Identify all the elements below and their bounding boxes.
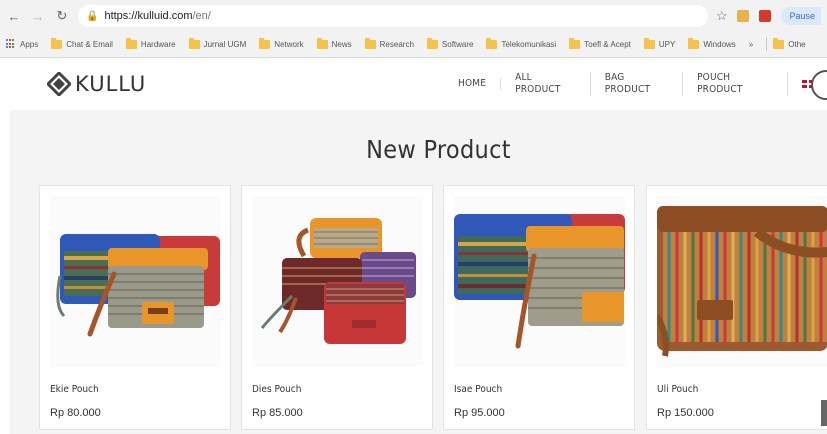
browser-chrome: ← → ↻ 🔒 https://kulluid.com/en/ ☆ Pause …	[0, 0, 827, 58]
product-name[interactable]: Dies Pouch	[252, 384, 301, 395]
bookmark-star-icon[interactable]: ☆	[716, 8, 728, 24]
reload-icon[interactable]: ↻	[54, 8, 70, 24]
bookmark-folder[interactable]: Windows	[688, 37, 736, 49]
product-price: Rp 80.000	[50, 407, 101, 419]
product-card[interactable]: Isae Pouch Rp 95.000	[443, 185, 635, 430]
folder-icon	[643, 37, 655, 49]
bookmark-folder[interactable]: Jurnal UGM	[188, 37, 246, 49]
forward-arrow-icon[interactable]: →	[30, 8, 46, 24]
product-card[interactable]: Uli Pouch Rp 150.000	[646, 185, 827, 430]
bookmark-folder[interactable]: Research	[364, 37, 414, 49]
bookmark-folder[interactable]: Software	[426, 37, 473, 49]
product-price: Rp 95.000	[454, 407, 505, 419]
product-name[interactable]: Ekie Pouch	[50, 384, 99, 395]
bookmark-folder[interactable]: Hardware	[125, 37, 176, 49]
back-arrow-icon[interactable]: ←	[6, 8, 22, 24]
nav-home[interactable]: HOME	[455, 78, 502, 90]
bookmarks-overflow-button[interactable]: »	[749, 40, 753, 49]
nav-pouch-product[interactable]: POUCH PRODUCT	[683, 72, 788, 96]
new-product-section: New Product Ekie Pouch Rp 80.000 Dies Po…	[10, 110, 827, 434]
main-nav: HOME ALL PRODUCT BAG PRODUCT POUCH PRODU…	[455, 58, 827, 110]
bookmark-folder[interactable]: Chat & Email	[51, 37, 113, 49]
lock-icon: 🔒	[86, 10, 99, 22]
bookmark-folder[interactable]: Toefl & Acept	[569, 37, 631, 49]
folder-icon	[569, 37, 581, 49]
folder-icon	[364, 37, 376, 49]
nav-all-product[interactable]: ALL PRODUCT	[501, 72, 591, 96]
folder-icon	[486, 37, 498, 49]
address-bar-row: ← → ↻ 🔒 https://kulluid.com/en/ ☆ Pause	[0, 0, 827, 32]
logo-diamond-icon	[47, 72, 71, 96]
bookmark-apps[interactable]: Apps	[6, 39, 38, 49]
product-name[interactable]: Uli Pouch	[657, 384, 698, 395]
product-image[interactable]	[50, 196, 221, 367]
bookmark-other[interactable]: Othe	[773, 37, 806, 49]
bookmark-folder[interactable]: UPY	[643, 37, 675, 49]
address-bar[interactable]: 🔒 https://kulluid.com/en/	[78, 5, 708, 27]
product-card[interactable]: Ekie Pouch Rp 80.000	[39, 185, 231, 430]
logo-text: KULLU	[75, 72, 147, 96]
product-price: Rp 85.000	[252, 407, 303, 419]
site-header: KULLU HOME ALL PRODUCT BAG PRODUCT POUCH…	[0, 58, 827, 110]
extension-icon[interactable]	[759, 10, 772, 22]
pause-button[interactable]: Pause	[781, 7, 821, 25]
product-card[interactable]: Dies Pouch Rp 85.000	[241, 185, 433, 430]
product-image[interactable]	[454, 196, 625, 367]
bookmark-folder[interactable]: News	[316, 37, 352, 49]
product-price: Rp 150.000	[657, 407, 714, 419]
folder-icon	[688, 37, 700, 49]
extension-icon[interactable]	[737, 10, 750, 22]
folder-icon	[426, 37, 438, 49]
section-title: New Product	[366, 135, 511, 164]
url-path: /en/	[192, 10, 211, 22]
bookmarks-bar: Apps Chat & Email Hardware Jurnal UGM Ne…	[0, 32, 827, 56]
divider	[766, 37, 768, 51]
product-image[interactable]	[252, 196, 423, 367]
folder-icon	[773, 37, 785, 49]
folder-icon	[188, 37, 200, 49]
bookmark-folder[interactable]: Telekomunikasi	[486, 37, 556, 49]
folder-icon	[51, 37, 63, 49]
product-image[interactable]	[657, 196, 827, 367]
folder-icon	[259, 37, 271, 49]
site-logo[interactable]: KULLU	[47, 72, 146, 96]
scrollbar-thumb[interactable]	[821, 400, 827, 426]
apps-grid-icon	[6, 39, 16, 49]
url-host: https://kulluid.com	[104, 10, 193, 22]
folder-icon	[125, 37, 137, 49]
product-name[interactable]: Isae Pouch	[454, 384, 502, 395]
nav-bag-product[interactable]: BAG PRODUCT	[591, 72, 684, 96]
bookmark-folder[interactable]: Network	[259, 37, 304, 49]
folder-icon	[316, 37, 328, 49]
